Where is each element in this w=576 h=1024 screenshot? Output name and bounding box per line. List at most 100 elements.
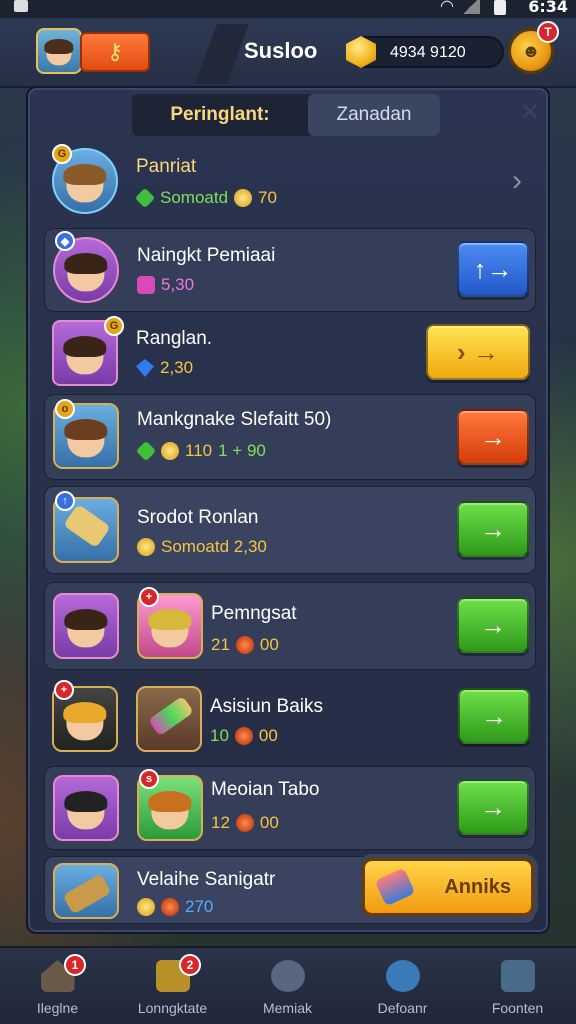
coin-icon: [234, 189, 253, 207]
row-name: Naingkt Pemiaai: [137, 245, 276, 266]
chevron-right-icon[interactable]: ›: [512, 164, 522, 198]
row-stat-1: 12: [211, 813, 230, 832]
avatar-hair: [148, 790, 192, 813]
coin-counter[interactable]: 4934 9120: [346, 36, 504, 68]
go-button[interactable]: →: [457, 501, 529, 557]
row-pin: ◆: [55, 231, 75, 251]
top-bar: ⚷ Susloo 4934 9120 ☻ T: [0, 18, 576, 88]
row-pin: o: [55, 399, 75, 419]
wifi-icon: ◠: [440, 0, 454, 15]
row-stat-2: 00: [259, 635, 279, 654]
bomb-icon: [161, 898, 179, 916]
nav-badge: 1: [64, 954, 86, 976]
row-pin: s: [139, 769, 159, 789]
go-button[interactable]: →: [457, 409, 529, 465]
bomb-icon: [235, 814, 254, 832]
list-item[interactable]: ↑ Srodot Ronlan Somoatd 2,30 →: [44, 486, 536, 574]
coin-icon: [137, 538, 155, 556]
go-button[interactable]: →: [457, 597, 529, 653]
go-button[interactable]: →: [458, 688, 530, 744]
row-stats: 10 00: [210, 726, 278, 746]
avatar-hair: [64, 790, 108, 813]
row-name: Mankgnake Slefaitt 50): [137, 409, 332, 430]
claim-button[interactable]: › →: [426, 324, 530, 380]
row-stats: 21 00: [211, 635, 279, 655]
bomb-icon: [235, 636, 254, 654]
anniks-label: Anniks: [444, 875, 511, 898]
avatar-hair: [148, 608, 192, 631]
nav-label: Ileglne: [36, 1000, 79, 1016]
list-item[interactable]: G Ranglan. 2,30 › →: [44, 316, 536, 390]
nav-item-shop[interactable]: 2 Lonngktate: [115, 948, 230, 1024]
row-stat-2: 00: [258, 726, 278, 745]
row-name: Ranglan.: [136, 328, 213, 349]
avatar-hair: [64, 418, 108, 441]
emblem-icon: ☻: [521, 40, 541, 61]
player-avatar[interactable]: [36, 28, 82, 74]
close-icon[interactable]: ✕: [520, 98, 540, 127]
row-stat-1: 21: [211, 635, 230, 654]
tab-zanadan[interactable]: Zanadan: [308, 94, 440, 136]
nav-item-guild[interactable]: Memiak: [230, 948, 345, 1024]
potion-icon: [137, 276, 155, 294]
list-item[interactable]: + Pemngsat 21 00 →: [44, 582, 536, 670]
row-name: Panriat: [136, 156, 197, 177]
list-item[interactable]: s Meoian Tabo 12 00 →: [44, 766, 536, 850]
bottom-nav: 1 Ileglne 2 Lonngktate Memiak Defoanr Fo…: [0, 946, 576, 1024]
row-stat-1: 110: [185, 441, 213, 460]
coin-icon: [161, 442, 179, 460]
coin-icon: [137, 898, 155, 916]
key-button[interactable]: ⚷: [80, 32, 150, 72]
gift-icon: [374, 867, 416, 907]
row-stat-1: 10: [210, 726, 229, 745]
anniks-button[interactable]: Anniks: [362, 858, 534, 916]
row-stats: 12 00: [211, 813, 279, 833]
gold-coin-icon: [346, 36, 376, 68]
tab-peringlant[interactable]: Peringlant:: [132, 94, 308, 136]
avatar-hair: [44, 39, 74, 54]
list-item[interactable]: ◆ Naingkt Pemiaai 5,30 ↑→: [44, 228, 536, 312]
tab-bar: Peringlant: Zanadan: [132, 94, 440, 136]
row-name: Srodot Ronlan: [137, 507, 259, 528]
row-pin: G: [104, 316, 124, 336]
row-stat-1: 5,30: [161, 275, 195, 294]
row-stats: Somoatd 70: [134, 187, 277, 209]
nav-label: Memiak: [262, 1000, 312, 1016]
gem-icon: [135, 440, 157, 462]
profile-button[interactable]: ☻ T: [508, 21, 559, 74]
shield-icon: [270, 960, 305, 992]
go-button[interactable]: →: [457, 779, 529, 835]
avatar-hair: [64, 252, 108, 275]
row-stat-2: 00: [259, 813, 279, 832]
potion-tube-icon: [148, 695, 194, 737]
page-title: Susloo: [244, 38, 318, 63]
nav-item-settings[interactable]: Defoanr: [345, 948, 460, 1024]
nav-item-home[interactable]: 1 Ileglne: [0, 948, 115, 1024]
row-pin: ↑: [55, 491, 75, 511]
list-item[interactable]: + Asisiun Baiks 10 00 →: [44, 676, 536, 760]
list-item[interactable]: o Mankgnake Slefaitt 50) 110 1 + 90 →: [44, 394, 536, 480]
row-stats: 270: [137, 897, 213, 917]
header-divider: [195, 24, 249, 84]
row-avatar: [53, 775, 119, 841]
row-avatar: [53, 593, 119, 659]
row-stat-1: 270: [185, 897, 214, 916]
key-icon: ⚷: [106, 39, 124, 64]
row-stat-1: Somoatd: [160, 188, 229, 207]
nav-badge: 2: [179, 954, 201, 976]
shield-icon: [14, 0, 28, 12]
row-name: Asisiun Baiks: [210, 696, 323, 717]
nav-item-menu[interactable]: Foonten: [460, 948, 575, 1024]
row-pin: G: [52, 144, 72, 164]
row-stats: Somoatd 2,30: [137, 537, 267, 557]
status-time: 6:34: [528, 0, 568, 16]
avatar-hair: [63, 701, 107, 724]
row-stat-1: 2,30: [160, 358, 194, 377]
row-item-icon: [136, 686, 202, 752]
avatar-hair: [64, 608, 108, 631]
signal-icon: [460, 0, 480, 14]
list-item[interactable]: G Panriat Somoatd 70 ›: [44, 140, 536, 224]
upgrade-button[interactable]: ↑→: [457, 241, 529, 297]
chest-icon: [62, 873, 112, 915]
ranking-panel: Peringlant: Zanadan ✕ G Panriat Somoatd …: [26, 86, 550, 934]
